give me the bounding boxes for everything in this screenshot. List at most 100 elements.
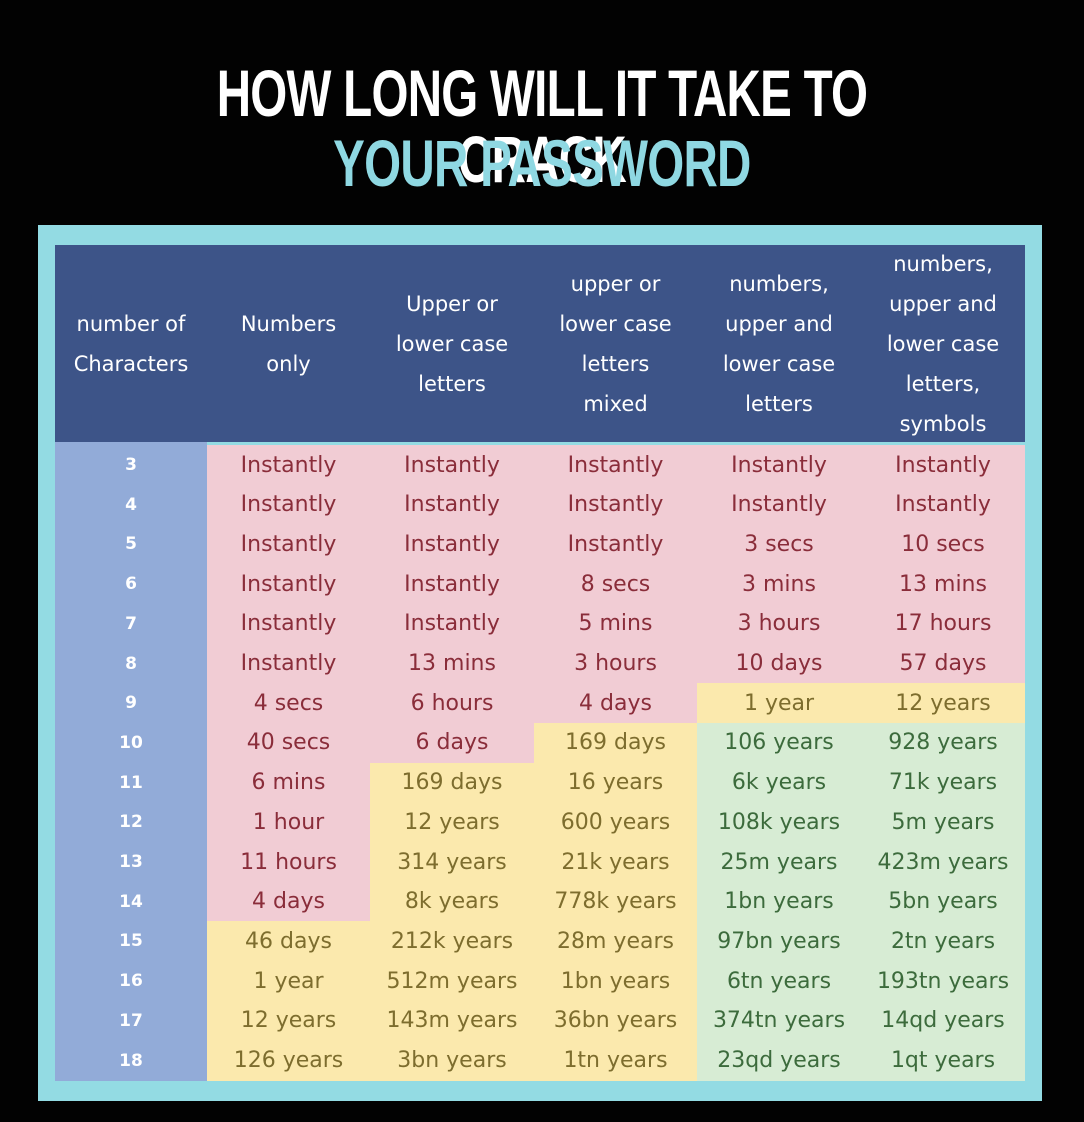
character-count: 13 [55, 842, 207, 882]
crack-time-cell: 169 days [534, 722, 697, 763]
crack-time-cell: Instantly [534, 484, 697, 525]
crack-time-cell: 1 year [207, 961, 370, 1002]
character-count: 17 [55, 1000, 207, 1041]
crack-time-cell: 6k years [697, 762, 861, 803]
crack-time-cell: 11 hours [207, 842, 370, 882]
crack-time-cell: Instantly [207, 603, 370, 644]
character-count: 14 [55, 881, 207, 922]
crack-time-cell: 108k years [697, 802, 861, 843]
crack-time-cell: 314 years [370, 842, 534, 882]
crack-time-cell: 14qd years [861, 1000, 1025, 1041]
crack-time-cell: 374tn years [697, 1000, 861, 1041]
crack-time-cell: 23qd years [697, 1040, 861, 1081]
character-count: 6 [55, 564, 207, 605]
crack-time-cell: 10 secs [861, 524, 1025, 565]
crack-time-cell: 8k years [370, 881, 534, 922]
crack-time-cell: 13 mins [861, 564, 1025, 605]
crack-time-cell: 13 mins [370, 643, 534, 684]
crack-time-table: number of Characters Numbers only Upper or… [55, 245, 1025, 1081]
character-count: 9 [55, 683, 207, 724]
crack-time-cell: 143m years [370, 1000, 534, 1041]
column-header: Numbers only [207, 245, 370, 442]
crack-time-cell: 6 hours [370, 683, 534, 724]
character-count: 15 [55, 921, 207, 962]
crack-time-cell: 3 mins [697, 564, 861, 605]
crack-time-cell: 6tn years [697, 961, 861, 1002]
character-count: 16 [55, 961, 207, 1002]
crack-time-cell: 10 days [697, 643, 861, 684]
column-header: Upper or lower case letters [370, 245, 534, 442]
crack-time-cell: 4 days [534, 683, 697, 724]
crack-time-cell: 12 years [861, 683, 1025, 724]
crack-time-cell: 4 secs [207, 683, 370, 724]
character-count: 5 [55, 524, 207, 565]
crack-time-cell: 36bn years [534, 1000, 697, 1041]
crack-time-cell: 126 years [207, 1040, 370, 1081]
crack-time-cell: 169 days [370, 762, 534, 803]
subtitle-text: YOUR PASSWORD [333, 126, 751, 200]
crack-time-cell: 5bn years [861, 881, 1025, 922]
number-column-band [55, 442, 207, 445]
crack-time-cell: 3bn years [370, 1040, 534, 1081]
character-count: 3 [55, 445, 207, 485]
column-header: numbers, upper and lower case letters [697, 245, 861, 442]
character-count: 7 [55, 603, 207, 644]
character-count: 18 [55, 1040, 207, 1081]
crack-time-cell: 25m years [697, 842, 861, 882]
crack-time-cell: 8 secs [534, 564, 697, 605]
crack-time-cell: Instantly [207, 564, 370, 605]
character-count: 12 [55, 802, 207, 843]
crack-time-cell: Instantly [207, 524, 370, 565]
crack-time-cell: Instantly [861, 484, 1025, 525]
crack-time-cell: 46 days [207, 921, 370, 962]
column-header: numbers, upper and lower case letters, s… [861, 245, 1025, 442]
character-count: 10 [55, 722, 207, 763]
crack-time-cell: Instantly [207, 484, 370, 525]
crack-time-cell: Instantly [370, 603, 534, 644]
character-count: 4 [55, 484, 207, 525]
crack-time-cell: 40 secs [207, 722, 370, 763]
crack-time-cell: 1bn years [697, 881, 861, 922]
crack-time-cell: 3 hours [534, 643, 697, 684]
crack-time-cell: 12 years [370, 802, 534, 843]
crack-time-cell: 17 hours [861, 603, 1025, 644]
crack-time-cell: 1bn years [534, 961, 697, 1002]
crack-time-cell: Instantly [370, 524, 534, 565]
crack-time-cell: 1qt years [861, 1040, 1025, 1081]
crack-time-cell: Instantly [697, 445, 861, 485]
crack-time-cell: 6 days [370, 722, 534, 763]
crack-time-cell: 3 secs [697, 524, 861, 565]
crack-time-cell: Instantly [534, 524, 697, 565]
crack-time-cell: 16 years [534, 762, 697, 803]
crack-time-cell: 3 hours [697, 603, 861, 644]
character-count: 8 [55, 643, 207, 684]
character-count: 11 [55, 762, 207, 803]
crack-time-cell: 97bn years [697, 921, 861, 962]
crack-time-cell: 1 hour [207, 802, 370, 843]
crack-time-cell: 6 mins [207, 762, 370, 803]
crack-time-cell: Instantly [370, 564, 534, 605]
crack-time-cell: 4 days [207, 881, 370, 922]
crack-time-cell: Instantly [370, 484, 534, 525]
column-header: upper or lower case letters mixed [534, 245, 697, 442]
crack-time-cell: Instantly [534, 445, 697, 485]
title-line-2: YOUR PASSWORD [0, 130, 1084, 196]
crack-time-cell: Instantly [370, 445, 534, 485]
crack-time-cell: 106 years [697, 722, 861, 763]
crack-time-cell: Instantly [697, 484, 861, 525]
crack-time-cell: 5m years [861, 802, 1025, 843]
crack-time-cell: 21k years [534, 842, 697, 882]
crack-time-cell: 778k years [534, 881, 697, 922]
crack-time-cell: 193tn years [861, 961, 1025, 1002]
crack-time-cell: 212k years [370, 921, 534, 962]
crack-time-cell: 1 year [697, 683, 861, 724]
crack-time-cell: 512m years [370, 961, 534, 1002]
crack-time-cell: 1tn years [534, 1040, 697, 1081]
crack-time-cell: 423m years [861, 842, 1025, 882]
crack-time-cell: 57 days [861, 643, 1025, 684]
crack-time-cell: 28m years [534, 921, 697, 962]
crack-time-cell: Instantly [207, 643, 370, 684]
crack-time-cell: Instantly [861, 445, 1025, 485]
crack-time-cell: 5 mins [534, 603, 697, 644]
crack-time-cell: 2tn years [861, 921, 1025, 962]
